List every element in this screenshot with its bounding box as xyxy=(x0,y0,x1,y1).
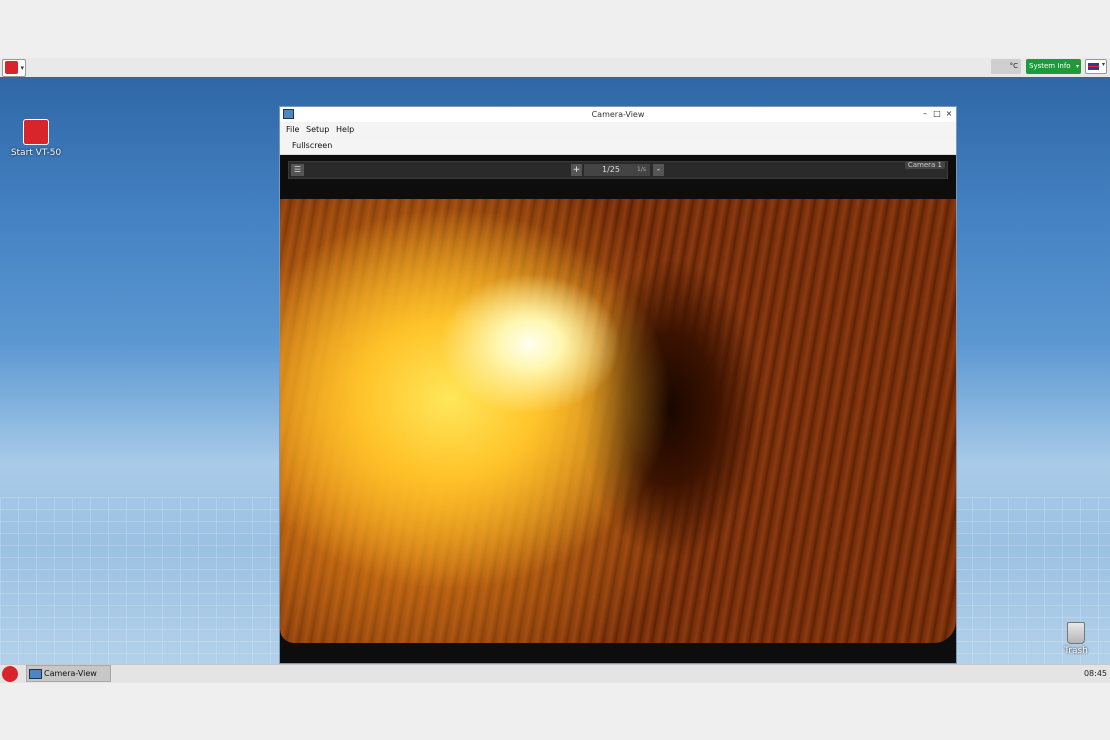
taskbar-logo-icon[interactable] xyxy=(2,666,18,682)
taskbar: Camera-View 08:45 xyxy=(0,664,1110,683)
uk-flag-icon xyxy=(1088,63,1099,70)
language-button[interactable]: ▾ xyxy=(1085,59,1107,74)
shutter-decrease-button[interactable]: - xyxy=(653,164,664,176)
close-button[interactable]: × xyxy=(944,108,954,120)
window-title: Camera-View xyxy=(591,110,645,119)
maximize-button[interactable]: □ xyxy=(932,108,942,120)
trash-label: Trash xyxy=(1064,646,1088,656)
video-area: ☰ + 1/25 1/s - Camera 1 xyxy=(280,155,956,663)
trash-desktop-icon[interactable]: Trash xyxy=(1058,622,1094,656)
taskbar-camera-view-button[interactable]: Camera-View xyxy=(26,665,111,682)
system-info-label: System Info xyxy=(1029,62,1071,70)
vt50-app-icon xyxy=(23,119,49,145)
shutter-speed-unit: 1/s xyxy=(637,166,646,173)
menu-setup[interactable]: Setup xyxy=(306,123,329,137)
shutter-speed-display: 1/25 1/s xyxy=(584,164,650,176)
shutter-increase-button[interactable]: + xyxy=(571,164,582,176)
camera-label: Camera 1 xyxy=(904,161,945,169)
taskbar-task-label: Camera-View xyxy=(44,669,97,678)
top-panel: ▾ °C System Info ▾ ▾ xyxy=(0,58,1110,78)
chevron-down-icon: ▾ xyxy=(1075,63,1079,70)
toolbar: Fullscreen xyxy=(280,138,956,155)
fullscreen-button[interactable]: Fullscreen xyxy=(292,138,332,154)
vt50-logo-icon xyxy=(5,61,18,74)
app-menu-button[interactable]: ▾ xyxy=(2,59,26,77)
menu-bar: File Setup Help xyxy=(280,123,956,137)
trash-icon xyxy=(1067,622,1085,644)
chevron-down-icon: ▾ xyxy=(20,64,24,72)
start-vt50-desktop-icon[interactable]: Start VT-50 xyxy=(8,119,64,158)
clock: 08:45 xyxy=(1083,669,1107,678)
camera-feed-image xyxy=(280,199,956,643)
window-titlebar[interactable]: Camera-View – □ × xyxy=(280,107,956,122)
camera-view-window: Camera-View – □ × File Setup Help Fullsc… xyxy=(279,106,957,664)
system-info-button[interactable]: System Info ▾ xyxy=(1026,59,1081,74)
menu-help[interactable]: Help xyxy=(336,123,354,137)
hamburger-menu-icon[interactable]: ☰ xyxy=(291,164,304,176)
chevron-down-icon: ▾ xyxy=(1101,61,1105,68)
shutter-speed-value: 1/25 xyxy=(602,165,620,174)
minimize-button[interactable]: – xyxy=(920,108,930,120)
temperature-unit: °C xyxy=(1009,62,1018,70)
start-vt50-label: Start VT-50 xyxy=(10,148,62,158)
menu-file[interactable]: File xyxy=(286,123,299,137)
window-icon xyxy=(29,669,42,679)
camera-controls-bar: ☰ + 1/25 1/s - Camera 1 xyxy=(288,161,948,179)
temperature-indicator[interactable]: °C xyxy=(991,59,1021,74)
